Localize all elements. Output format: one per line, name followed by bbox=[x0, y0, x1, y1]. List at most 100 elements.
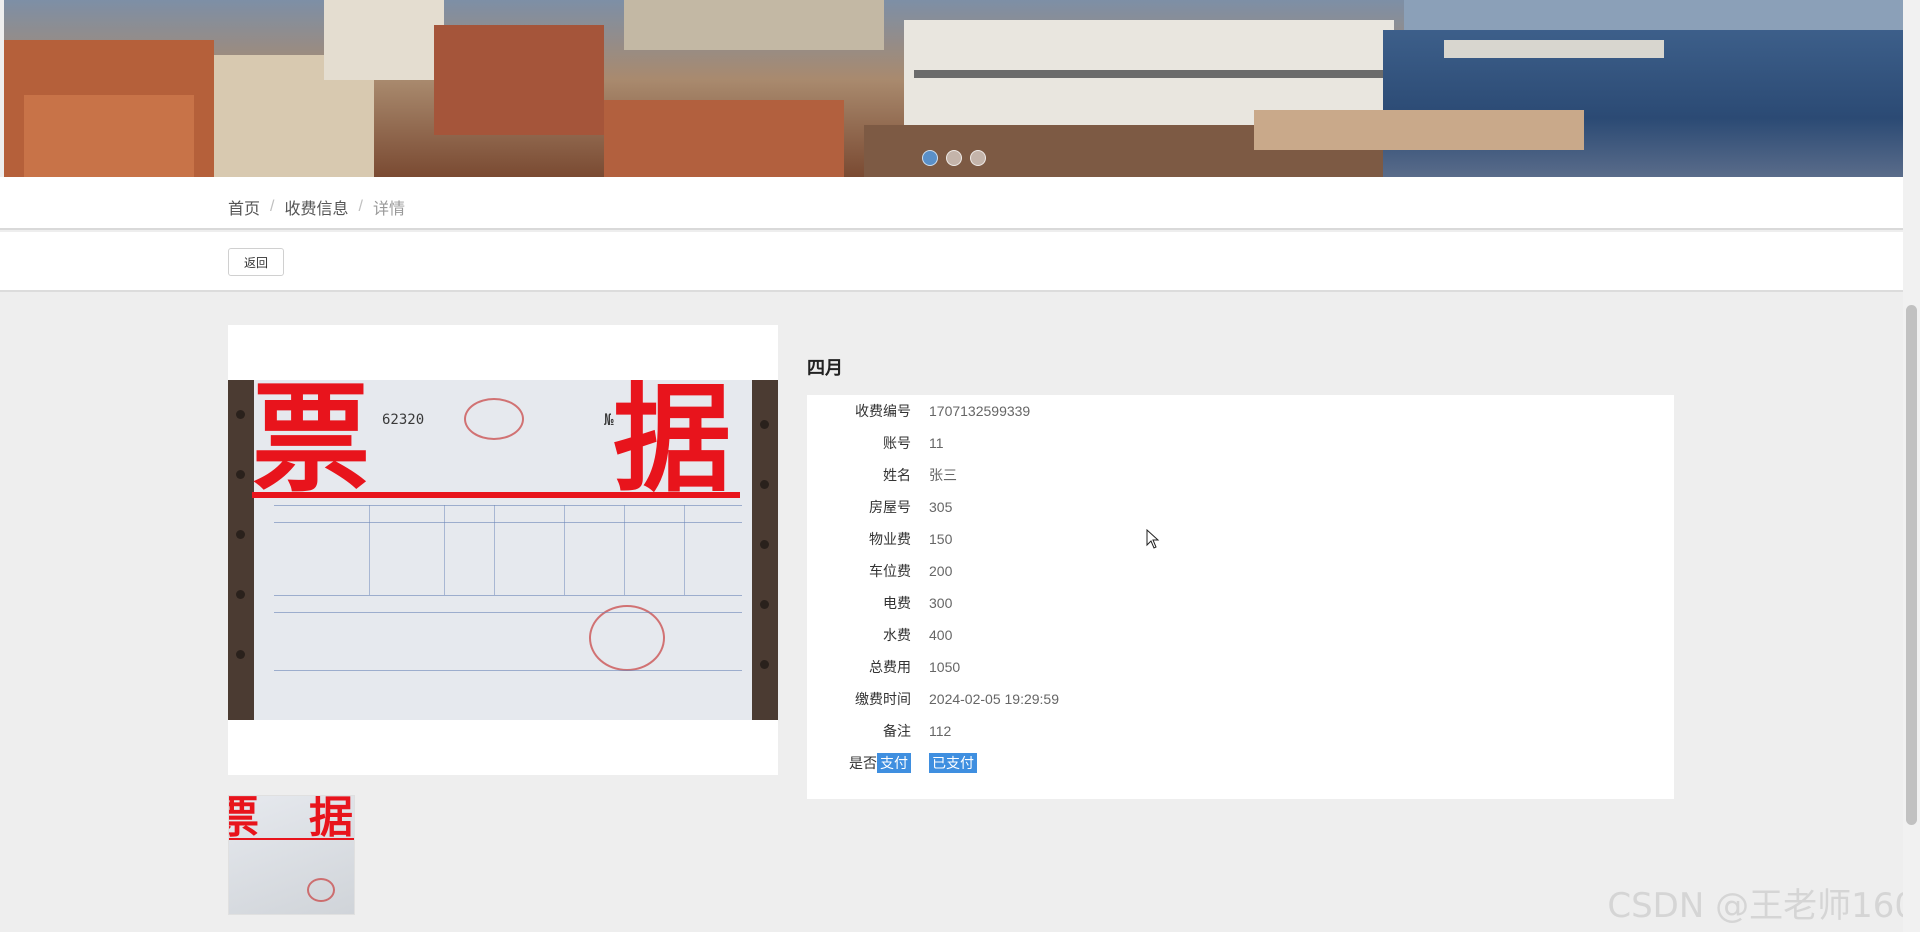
field-row: 收费编号 1707132599339 bbox=[807, 395, 1030, 427]
receipt-edge-left bbox=[228, 380, 254, 720]
receipt-column bbox=[444, 505, 445, 595]
field-value: 300 bbox=[929, 595, 953, 611]
receipt-stamp bbox=[464, 398, 524, 440]
banner-building bbox=[24, 95, 194, 177]
receipt-hole bbox=[236, 530, 245, 539]
receipt-column bbox=[564, 505, 565, 595]
banner-shore bbox=[1404, 0, 1903, 30]
receipt-image[interactable]: 62320 № 票 据 bbox=[228, 380, 778, 720]
receipt-column bbox=[684, 505, 685, 595]
field-row: 水费 400 bbox=[807, 619, 952, 651]
field-label: 车位费 bbox=[869, 563, 911, 579]
breadcrumb-bar: 首页 / 收费信息 / 详情 bbox=[0, 177, 1903, 230]
field-row: 缴费时间 2024-02-05 19:29:59 bbox=[807, 683, 1059, 715]
hero-banner bbox=[4, 0, 1903, 177]
receipt-char-right: 据 bbox=[613, 380, 732, 508]
paid-label-selected: 支付 bbox=[877, 753, 911, 773]
banner-building bbox=[604, 100, 844, 177]
field-label: 收费编号 bbox=[855, 403, 911, 419]
image-card: 62320 № 票 据 bbox=[228, 325, 778, 775]
receipt-column bbox=[494, 505, 495, 595]
toolbar: 返回 bbox=[0, 232, 1903, 292]
banner-pier bbox=[1444, 40, 1664, 58]
field-value: 150 bbox=[929, 531, 953, 547]
scrollbar-thumb[interactable] bbox=[1906, 305, 1917, 825]
receipt-hole bbox=[760, 600, 769, 609]
field-row: 物业费 150 bbox=[807, 523, 952, 555]
field-row: 房屋号 305 bbox=[807, 491, 952, 523]
breadcrumb-separator: / bbox=[358, 198, 363, 215]
field-label: 姓名 bbox=[883, 467, 911, 483]
banner-building bbox=[324, 0, 444, 80]
receipt-hole bbox=[236, 410, 245, 419]
field-label: 物业费 bbox=[869, 531, 911, 547]
receipt-column bbox=[369, 505, 370, 595]
receipt-hole bbox=[760, 480, 769, 489]
banner-building bbox=[434, 25, 604, 135]
receipt-hole bbox=[760, 660, 769, 669]
breadcrumb-separator: / bbox=[270, 198, 275, 215]
scrollbar[interactable] bbox=[1903, 0, 1920, 932]
carousel-dot[interactable] bbox=[946, 150, 962, 166]
field-label: 总费用 bbox=[869, 659, 911, 675]
field-row: 电费 300 bbox=[807, 587, 952, 619]
receipt-number: 62320 bbox=[382, 412, 425, 428]
field-value: 200 bbox=[929, 563, 953, 579]
receipt-hole bbox=[236, 470, 245, 479]
detail-panel: 收费编号 1707132599339 账号 11 姓名 张三 房屋号 305 物… bbox=[807, 395, 1674, 799]
field-label-paid: 是否 支付 bbox=[807, 753, 911, 773]
receipt-char-left: 票 bbox=[252, 380, 371, 508]
field-row: 备注 112 bbox=[807, 715, 951, 747]
field-label: 账号 bbox=[883, 435, 911, 451]
receipt-edge-right bbox=[752, 380, 778, 720]
receipt-rule bbox=[274, 522, 742, 523]
field-value: 112 bbox=[929, 723, 952, 739]
watermark: CSDN @王老师160 bbox=[1607, 886, 1916, 926]
banner-building bbox=[624, 0, 884, 50]
receipt-hole bbox=[236, 650, 245, 659]
field-value: 2024-02-05 19:29:59 bbox=[929, 691, 1059, 707]
breadcrumb-section[interactable]: 收费信息 bbox=[284, 195, 348, 219]
record-title: 四月 bbox=[807, 358, 843, 378]
carousel-indicators bbox=[922, 150, 986, 166]
paid-status-value: 已支付 bbox=[929, 753, 977, 773]
banner-roofline bbox=[914, 70, 1384, 78]
field-label: 缴费时间 bbox=[855, 691, 911, 707]
receipt-column bbox=[624, 505, 625, 595]
field-value: 1707132599339 bbox=[929, 403, 1031, 419]
receipt-underline bbox=[252, 492, 740, 498]
back-button[interactable]: 返回 bbox=[228, 248, 284, 276]
receipt-hole bbox=[760, 540, 769, 549]
mouse-cursor-icon bbox=[1146, 529, 1160, 549]
field-value: 11 bbox=[929, 435, 944, 451]
field-row-paid: 是否 支付 已支付 bbox=[807, 747, 977, 779]
field-label: 电费 bbox=[883, 595, 911, 611]
carousel-dot[interactable] bbox=[922, 150, 938, 166]
breadcrumb: 首页 / 收费信息 / 详情 bbox=[228, 195, 405, 219]
field-label: 房屋号 bbox=[869, 499, 911, 515]
thumbnail-stamp bbox=[307, 878, 335, 902]
paid-label-text: 是否 bbox=[849, 755, 877, 771]
thumbnail-char-right: 据 bbox=[309, 795, 353, 843]
field-value: 305 bbox=[929, 499, 953, 515]
receipt-rule bbox=[274, 612, 742, 613]
field-value: 张三 bbox=[929, 467, 957, 483]
receipt-stamp bbox=[589, 605, 665, 671]
receipt-thumbnail[interactable]: 票 据 bbox=[228, 795, 355, 915]
breadcrumb-home[interactable]: 首页 bbox=[228, 195, 260, 219]
field-value: 400 bbox=[929, 627, 953, 643]
breadcrumb-current: 详情 bbox=[372, 201, 405, 218]
field-value: 1050 bbox=[929, 659, 961, 675]
field-value-paid: 已支付 bbox=[929, 753, 977, 773]
receipt-rule bbox=[274, 595, 742, 596]
field-row: 车位费 200 bbox=[807, 555, 952, 587]
receipt-hole bbox=[236, 590, 245, 599]
field-label: 水费 bbox=[883, 627, 911, 643]
carousel-dot[interactable] bbox=[970, 150, 986, 166]
field-row: 账号 11 bbox=[807, 427, 944, 459]
receipt-rule bbox=[274, 670, 742, 671]
field-label: 备注 bbox=[883, 723, 911, 739]
field-row: 总费用 1050 bbox=[807, 651, 960, 683]
field-row: 姓名 张三 bbox=[807, 459, 957, 491]
thumbnail-underline bbox=[229, 838, 354, 840]
